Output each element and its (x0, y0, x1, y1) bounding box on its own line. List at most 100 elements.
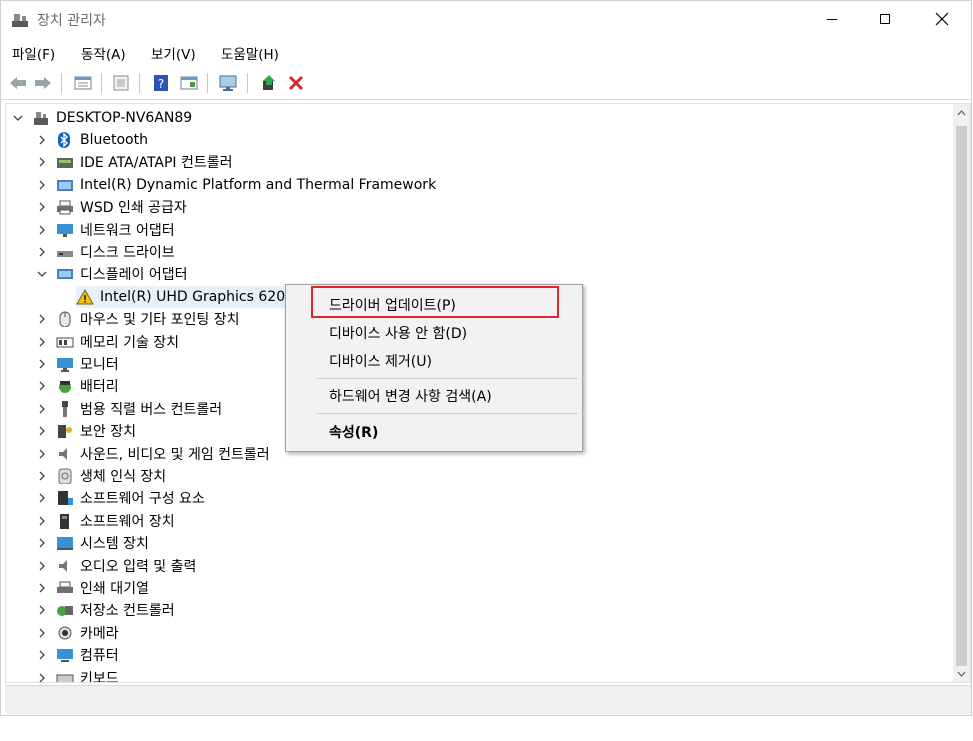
tree-category-item[interactable]: 메모리 기술 장치 (36, 331, 179, 353)
tree-item-label: Intel(R) Dynamic Platform and Thermal Fr… (80, 176, 437, 193)
help-icon[interactable]: ? (151, 73, 171, 93)
battery-icon (56, 378, 74, 394)
tree-root[interactable]: DESKTOP-NV6AN89 (12, 107, 192, 129)
chevron-right-icon[interactable] (36, 179, 48, 191)
chevron-right-icon[interactable] (36, 156, 48, 168)
tree-category-item[interactable]: 마우스 및 기타 포인팅 장치 (36, 308, 239, 330)
scroll-up-icon[interactable] (953, 104, 970, 121)
chevron-right-icon[interactable] (36, 649, 48, 661)
tree-category-item[interactable]: IDE ATA/ATAPI 컨트롤러 (36, 151, 233, 173)
menu-action[interactable]: 동작(A) (81, 43, 126, 63)
tree-item-label: 인쇄 대기열 (80, 581, 149, 597)
chevron-right-icon[interactable] (36, 134, 48, 146)
menu-help[interactable]: 도움말(H) (221, 43, 279, 63)
root-label: DESKTOP-NV6AN89 (56, 110, 193, 126)
tree-category-item[interactable]: 시스템 장치 (36, 532, 149, 554)
tree-item-label: 사운드, 비디오 및 게임 컨트롤러 (80, 446, 270, 463)
menu-separator (316, 413, 578, 414)
chevron-right-icon[interactable] (36, 672, 48, 682)
usb-icon (56, 400, 74, 417)
menu-item-uninstall-device[interactable]: 디바이스 제거(U) (329, 351, 432, 371)
tree-category-item[interactable]: 사운드, 비디오 및 게임 컨트롤러 (36, 443, 270, 465)
view-icon[interactable] (179, 73, 199, 93)
chevron-right-icon[interactable] (36, 246, 48, 258)
tree-item-label: 배터리 (80, 379, 119, 396)
tree-category-item[interactable]: WSD 인쇄 공급자 (36, 196, 187, 218)
menu-item-properties[interactable]: 속성(R) (329, 422, 378, 442)
uninstall-icon[interactable] (286, 73, 306, 93)
menu-view[interactable]: 보기(V) (151, 43, 196, 63)
tree-category-item[interactable]: 보안 장치 (36, 420, 136, 442)
tree-item-label: 범용 직렬 버스 컨트롤러 (80, 401, 223, 418)
chevron-right-icon[interactable] (36, 224, 48, 236)
biometric-icon (56, 468, 74, 485)
computer-icon (56, 647, 74, 663)
chevron-right-icon[interactable] (36, 470, 48, 482)
tree-item-label: 카메라 (80, 625, 119, 642)
chevron-right-icon[interactable] (36, 627, 48, 639)
tree-item-label: 컴퓨터 (80, 648, 119, 665)
tree-category-item[interactable]: 카메라 (36, 622, 119, 644)
vertical-scrollbar[interactable] (953, 104, 970, 682)
tree-category-item[interactable]: 배터리 (36, 375, 119, 397)
chevron-right-icon[interactable] (36, 537, 48, 549)
tree-category-item[interactable]: 컴퓨터 (36, 644, 119, 666)
chevron-right-icon[interactable] (36, 560, 48, 572)
update-driver-icon[interactable] (259, 73, 279, 93)
chevron-right-icon[interactable] (36, 515, 48, 527)
highlight-annotation-box (311, 286, 559, 318)
chevron-right-icon[interactable] (36, 313, 48, 325)
audio-io-icon (56, 558, 74, 574)
tree-category-item[interactable]: Bluetooth (36, 129, 148, 151)
chevron-right-icon[interactable] (36, 448, 48, 460)
tree-category-item[interactable]: 소프트웨어 구성 요소 (36, 487, 205, 509)
chevron-right-icon[interactable] (36, 403, 48, 415)
tree-category-item[interactable]: 인쇄 대기열 (36, 577, 149, 599)
chevron-right-icon[interactable] (36, 492, 48, 504)
chevron-right-icon[interactable] (36, 604, 48, 616)
tree-category-item[interactable]: 디스크 드라이브 (36, 241, 175, 263)
chevron-right-icon[interactable] (36, 336, 48, 348)
tree-category-item[interactable]: 범용 직렬 버스 컨트롤러 (36, 398, 222, 420)
tree-item-label: 디스크 드라이브 (80, 245, 175, 261)
tree-item-label: IDE ATA/ATAPI 컨트롤러 (80, 155, 233, 172)
tree-category-item[interactable]: 네트워크 어댑터 (36, 219, 175, 241)
chevron-right-icon[interactable] (36, 582, 48, 594)
toolbar-separator (61, 73, 62, 93)
properties-icon[interactable] (73, 73, 93, 93)
title-bar[interactable]: 장치 관리자 (1, 1, 971, 37)
menu-item-disable-device[interactable]: 디바이스 사용 안 함(D) (329, 323, 467, 343)
tree-category-item[interactable]: 디스플레이 어댑터 (36, 263, 188, 285)
tree-category-item[interactable]: 소프트웨어 장치 (36, 510, 175, 532)
scroll-thumb[interactable] (956, 126, 967, 666)
tree-item-label: Intel(R) UHD Graphics 620 (100, 288, 286, 305)
tree-category-item[interactable]: 저장소 컨트롤러 (36, 599, 175, 621)
tree-item-label: Bluetooth (80, 132, 148, 148)
computer-icon[interactable] (218, 73, 238, 93)
monitor-icon (56, 356, 74, 372)
tree-category-item[interactable]: Intel(R) Dynamic Platform and Thermal Fr… (36, 174, 436, 196)
chevron-right-icon[interactable] (36, 425, 48, 437)
chevron-right-icon[interactable] (36, 358, 48, 370)
show-hidden-icon[interactable] (111, 73, 131, 93)
minimize-button[interactable] (809, 1, 855, 37)
back-icon[interactable] (8, 73, 28, 93)
tree-category-item[interactable]: 키보드 (36, 667, 119, 682)
menu-item-scan-hardware[interactable]: 하드웨어 변경 사항 검색(A) (329, 386, 492, 406)
tree-category-item[interactable]: 오디오 입력 및 출력 (36, 555, 196, 577)
chevron-down-icon[interactable] (36, 268, 48, 280)
tree-item-label: WSD 인쇄 공급자 (80, 200, 187, 217)
tree-device-item[interactable]: Intel(R) UHD Graphics 620 (76, 285, 290, 308)
chevron-right-icon[interactable] (36, 380, 48, 392)
tree-category-item[interactable]: 모니터 (36, 353, 119, 375)
storage-controller-icon (56, 602, 74, 618)
chevron-right-icon[interactable] (36, 201, 48, 213)
maximize-button[interactable] (862, 1, 908, 37)
menu-file[interactable]: 파일(F) (12, 43, 55, 63)
chevron-down-icon[interactable] (12, 112, 24, 124)
scroll-down-icon[interactable] (953, 665, 970, 682)
close-button[interactable] (919, 1, 965, 37)
svg-text:?: ? (158, 77, 164, 91)
forward-icon[interactable] (33, 73, 53, 93)
tree-category-item[interactable]: 생체 인식 장치 (36, 465, 166, 487)
